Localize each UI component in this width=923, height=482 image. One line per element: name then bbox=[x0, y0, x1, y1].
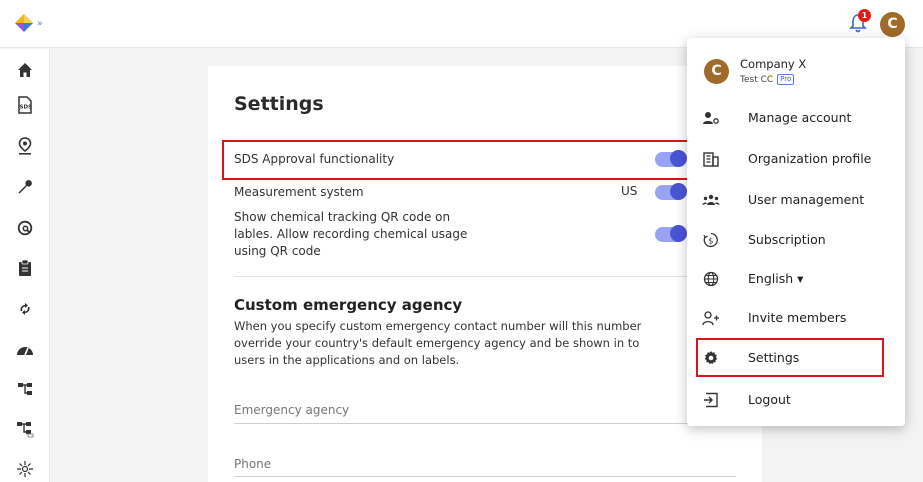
section-divider bbox=[234, 276, 694, 277]
clipboard-icon[interactable] bbox=[15, 258, 35, 278]
menu-item-subscription[interactable]: $ Subscription bbox=[687, 224, 905, 256]
menu-label: Manage account bbox=[748, 110, 852, 125]
custom-agency-description: When you specify custom emergency contac… bbox=[234, 319, 642, 367]
plan-badge: Pro bbox=[777, 74, 795, 85]
page-title: Settings bbox=[234, 93, 324, 115]
svg-text:»: » bbox=[37, 19, 43, 29]
menu-item-organization-profile[interactable]: Organization profile bbox=[687, 143, 905, 175]
menu-label: Subscription bbox=[748, 232, 826, 247]
measurement-system-label: Measurement system bbox=[234, 185, 364, 199]
settings-menu-highlight bbox=[696, 338, 884, 377]
qr-code-label-line-1: Show chemical tracking QR code on bbox=[234, 210, 451, 224]
wrench-icon[interactable] bbox=[15, 177, 35, 197]
sds-icon[interactable]: SDS bbox=[15, 95, 35, 115]
sds-approval-highlight bbox=[222, 140, 692, 180]
qr-code-label-line-3: using QR code bbox=[234, 244, 321, 258]
menu-label: English ▾ bbox=[748, 271, 804, 286]
organization-profile-icon bbox=[702, 150, 720, 168]
subscription-icon: $ bbox=[702, 231, 720, 249]
menu-item-manage-account[interactable]: Manage account bbox=[687, 102, 905, 134]
menu-item-language[interactable]: English ▾ bbox=[687, 263, 905, 295]
menu-label: User management bbox=[748, 192, 865, 207]
company-name: Company X bbox=[740, 57, 807, 71]
toggle-knob bbox=[670, 183, 687, 200]
menu-item-invite-members[interactable]: Invite members bbox=[687, 302, 905, 334]
search-chemical-icon[interactable] bbox=[15, 218, 35, 238]
gauge-icon[interactable] bbox=[15, 340, 35, 360]
user-avatar[interactable]: C bbox=[880, 12, 905, 37]
menu-label: Organization profile bbox=[748, 151, 872, 166]
measurement-system-value: US bbox=[621, 184, 638, 198]
svg-text:SDS: SDS bbox=[20, 105, 33, 111]
user-management-icon bbox=[702, 191, 720, 209]
invite-members-icon bbox=[702, 309, 720, 327]
app-logo-icon[interactable]: » bbox=[12, 11, 52, 37]
sync-icon[interactable] bbox=[15, 299, 35, 319]
menu-label: Invite members bbox=[748, 310, 847, 325]
account-subline: Test CC Pro bbox=[740, 74, 795, 85]
sparkle-icon[interactable] bbox=[15, 459, 35, 479]
menu-avatar: C bbox=[704, 59, 729, 84]
emergency-agency-underline bbox=[234, 423, 736, 424]
svg-text:$: $ bbox=[708, 237, 713, 246]
home-icon[interactable] bbox=[15, 60, 35, 80]
phone-underline bbox=[234, 476, 736, 477]
account-name: Test CC bbox=[740, 74, 774, 85]
settings-card bbox=[208, 66, 762, 482]
custom-agency-title: Custom emergency agency bbox=[234, 296, 463, 314]
phone-field[interactable]: Phone bbox=[234, 457, 271, 471]
hierarchy-alt-icon[interactable] bbox=[15, 419, 35, 439]
menu-item-logout[interactable]: Logout bbox=[687, 384, 905, 416]
manage-account-icon bbox=[702, 109, 720, 127]
globe-icon bbox=[702, 270, 720, 288]
qr-code-toggle[interactable] bbox=[655, 225, 687, 242]
hierarchy-icon[interactable] bbox=[15, 379, 35, 399]
toggle-knob bbox=[670, 225, 687, 242]
emergency-agency-field[interactable]: Emergency agency bbox=[234, 403, 349, 417]
notification-badge: 1 bbox=[858, 9, 871, 22]
logout-icon bbox=[702, 391, 720, 409]
location-icon[interactable] bbox=[15, 136, 35, 156]
menu-item-user-management[interactable]: User management bbox=[687, 184, 905, 216]
measurement-system-toggle[interactable] bbox=[655, 183, 687, 200]
menu-label: Logout bbox=[748, 392, 791, 407]
qr-code-label-line-2: lables. Allow recording chemical usage bbox=[234, 227, 468, 241]
